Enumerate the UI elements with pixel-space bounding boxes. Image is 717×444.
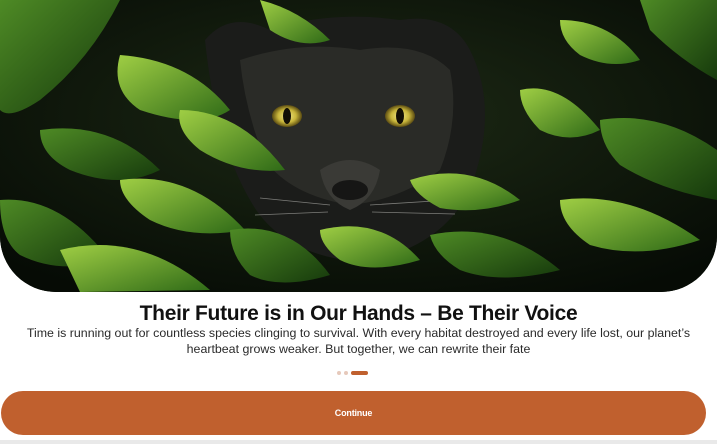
hero-image bbox=[0, 0, 717, 292]
pagination-dots bbox=[337, 371, 368, 375]
page-title: Their Future is in Our Hands – Be Their … bbox=[139, 302, 578, 325]
bottom-divider bbox=[0, 440, 717, 444]
description-text: Time is running out for countless specie… bbox=[26, 326, 691, 356]
continue-button[interactable]: Continue bbox=[1, 391, 706, 435]
pagination-dot-2[interactable] bbox=[344, 371, 348, 375]
onboarding-screen: Their Future is in Our Hands – Be Their … bbox=[0, 0, 717, 444]
pagination-dot-1[interactable] bbox=[337, 371, 341, 375]
pagination-dot-active[interactable] bbox=[351, 371, 368, 375]
panther-photo bbox=[0, 0, 717, 292]
